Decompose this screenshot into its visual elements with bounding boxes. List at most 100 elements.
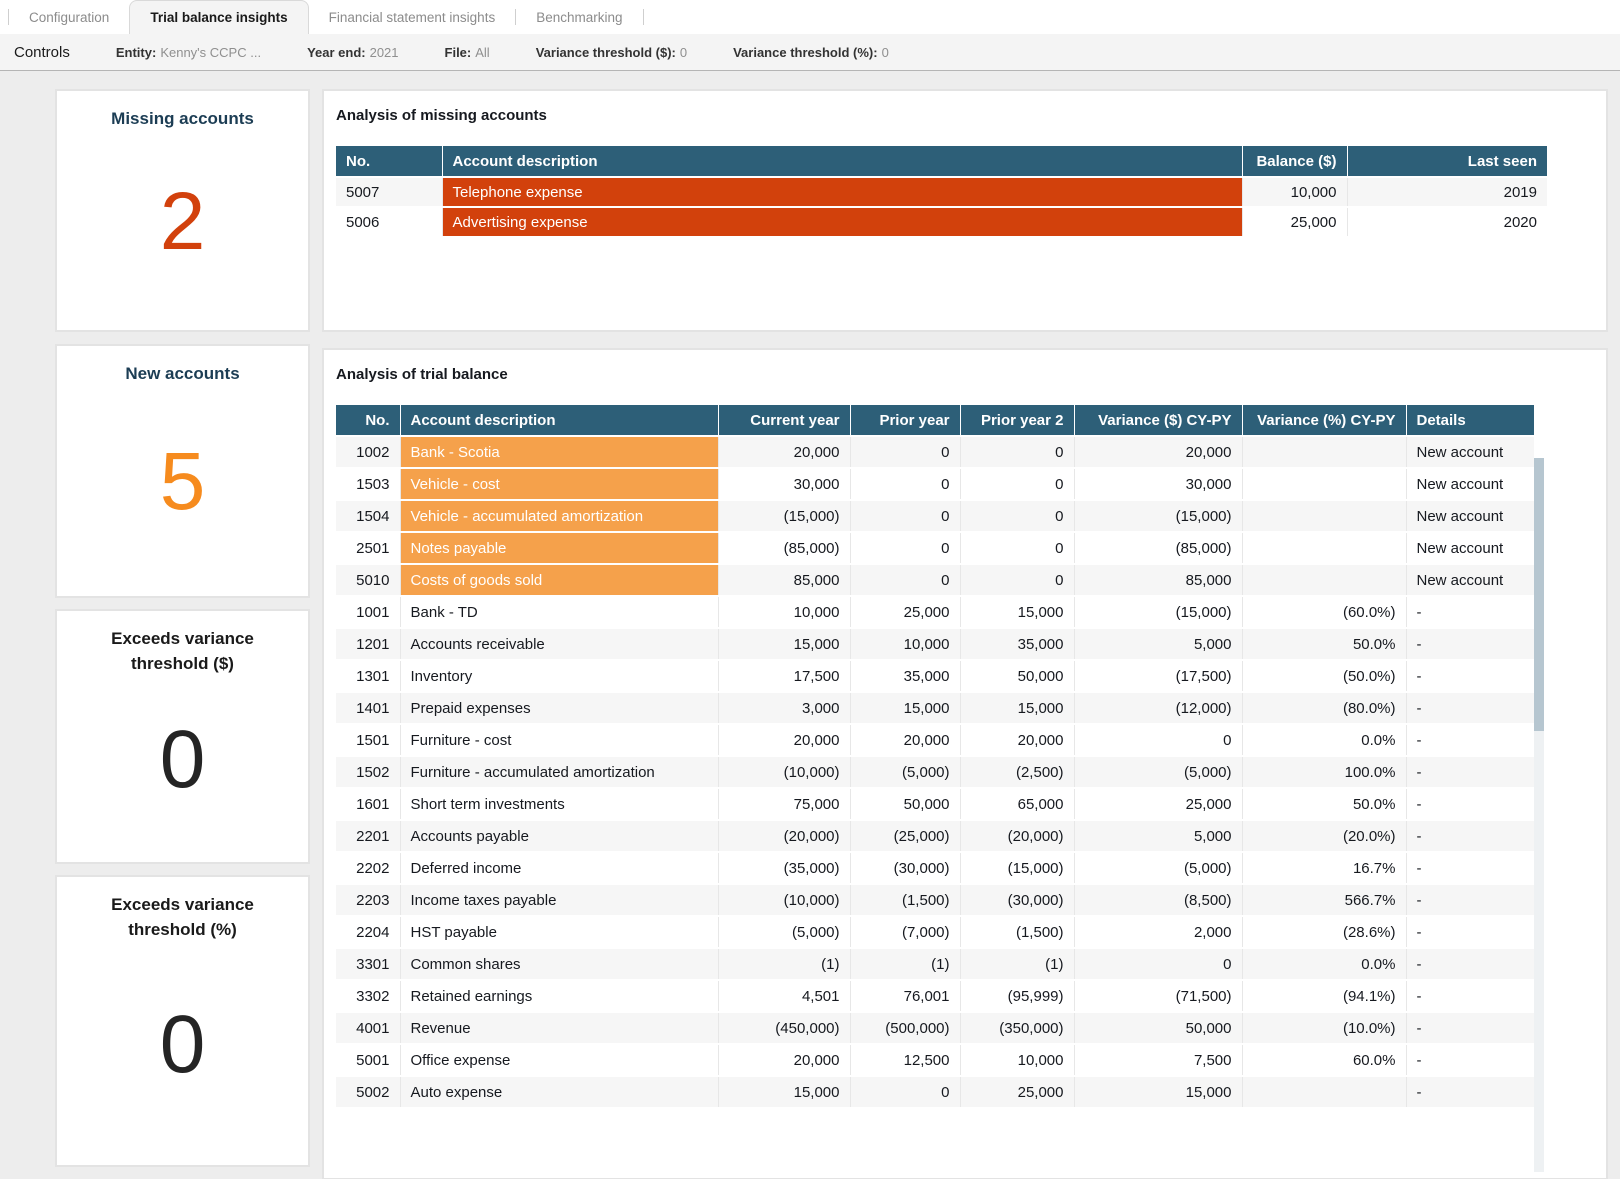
entity-field[interactable]: Entity:Kenny's CCPC ... — [116, 45, 261, 60]
prior-year-2-cell: 10,000 — [960, 1044, 1074, 1076]
prior-year-cell: 20,000 — [850, 724, 960, 756]
trial-balance-scrollbar-thumb[interactable] — [1534, 458, 1544, 731]
main-content: Missing accounts 2 New accounts 5 Exceed… — [0, 71, 1620, 1179]
prior-year-cell: (30,000) — [850, 852, 960, 884]
account-description-cell: Prepaid expenses — [400, 692, 718, 724]
prior-year-2-cell: (2,500) — [960, 756, 1074, 788]
account-description-cell: Accounts receivable — [400, 628, 718, 660]
details-cell: - — [1406, 1076, 1534, 1108]
missing-accounts-card-value-wrap: 2 — [57, 132, 308, 330]
variance-threshold-dollar-field[interactable]: Variance threshold ($):0 — [536, 45, 687, 60]
variance-percent-cell: 0.0% — [1242, 948, 1406, 980]
variance-percent-cell: (10.0%) — [1242, 1012, 1406, 1044]
current-year-cell: (450,000) — [718, 1012, 850, 1044]
exceeds-variance-percent-card: Exceeds variance threshold (%) 0 — [55, 875, 310, 1167]
prior-year-cell: 76,001 — [850, 980, 960, 1012]
table-row: 5002Auto expense15,000025,00015,000- — [336, 1076, 1534, 1108]
prior-year-cell: 0 — [850, 564, 960, 596]
variance-dollar-cell: 2,000 — [1074, 916, 1242, 948]
column-header-variance-dollar: Variance ($) CY-PY — [1074, 405, 1242, 436]
file-field[interactable]: File:All — [445, 45, 490, 60]
exceeds-variance-dollar-value-wrap: 0 — [57, 676, 308, 862]
details-cell: - — [1406, 660, 1534, 692]
current-year-cell: 15,000 — [718, 1076, 850, 1108]
account-number-cell: 2501 — [336, 532, 400, 564]
tab-benchmarking[interactable]: Benchmarking — [516, 0, 642, 34]
account-number-cell: 1601 — [336, 788, 400, 820]
table-row: 1002Bank - Scotia20,0000020,000New accou… — [336, 436, 1534, 468]
variance-percent-cell: 100.0% — [1242, 756, 1406, 788]
variance-percent-cell — [1242, 532, 1406, 564]
tab-divider — [643, 9, 644, 25]
prior-year-2-cell: 0 — [960, 500, 1074, 532]
column-header-last-seen: Last seen — [1347, 146, 1547, 177]
account-description-cell: Bank - Scotia — [400, 436, 718, 468]
prior-year-2-cell: 65,000 — [960, 788, 1074, 820]
analysis-column: Analysis of missing accounts No. Account… — [322, 89, 1608, 1179]
variance-percent-cell: 0.0% — [1242, 724, 1406, 756]
exceeds-variance-dollar-card: Exceeds variance threshold ($) 0 — [55, 609, 310, 864]
current-year-cell: (10,000) — [718, 884, 850, 916]
variance-dollar-cell: 30,000 — [1074, 468, 1242, 500]
account-description-cell: Retained earnings — [400, 980, 718, 1012]
variance-percent-cell: (20.0%) — [1242, 820, 1406, 852]
tab-financial-statement-insights[interactable]: Financial statement insights — [309, 0, 516, 34]
current-year-cell: 4,501 — [718, 980, 850, 1012]
tab-configuration[interactable]: Configuration — [9, 0, 129, 34]
table-row: 1503Vehicle - cost30,0000030,000New acco… — [336, 468, 1534, 500]
prior-year-cell: (500,000) — [850, 1012, 960, 1044]
last-seen-cell: 2020 — [1347, 207, 1547, 237]
variance-threshold-percent-field[interactable]: Variance threshold (%):0 — [733, 45, 889, 60]
details-cell: - — [1406, 756, 1534, 788]
column-header-account-description: Account description — [442, 146, 1242, 177]
tab-trial-balance-insights[interactable]: Trial balance insights — [129, 0, 308, 34]
details-cell: - — [1406, 884, 1534, 916]
account-description-cell: Deferred income — [400, 852, 718, 884]
details-cell: - — [1406, 916, 1534, 948]
missing-accounts-card: Missing accounts 2 — [55, 89, 310, 332]
variance-percent-cell: (80.0%) — [1242, 692, 1406, 724]
current-year-cell: 20,000 — [718, 436, 850, 468]
variance-dollar-cell: 5,000 — [1074, 628, 1242, 660]
balance-cell: 25,000 — [1242, 207, 1347, 237]
prior-year-cell: 15,000 — [850, 692, 960, 724]
trial-balance-scrollbar[interactable] — [1534, 458, 1544, 1172]
details-cell: - — [1406, 820, 1534, 852]
variance-dollar-cell: 15,000 — [1074, 1076, 1242, 1108]
column-header-balance: Balance ($) — [1242, 146, 1347, 177]
variance-percent-cell — [1242, 1076, 1406, 1108]
account-number-cell: 5007 — [336, 177, 442, 207]
account-number-cell: 5002 — [336, 1076, 400, 1108]
trial-balance-panel-title: Analysis of trial balance — [336, 366, 1594, 383]
prior-year-2-cell: (95,999) — [960, 980, 1074, 1012]
new-accounts-card: New accounts 5 — [55, 344, 310, 598]
variance-percent-cell: (60.0%) — [1242, 596, 1406, 628]
variance-percent-cell — [1242, 500, 1406, 532]
variance-percent-cell — [1242, 436, 1406, 468]
variance-threshold-percent-value: 0 — [882, 45, 889, 60]
details-cell: - — [1406, 948, 1534, 980]
prior-year-2-cell: 20,000 — [960, 724, 1074, 756]
details-cell: - — [1406, 692, 1534, 724]
variance-dollar-cell: (5,000) — [1074, 852, 1242, 884]
variance-threshold-dollar-value: 0 — [680, 45, 687, 60]
account-number-cell: 1401 — [336, 692, 400, 724]
current-year-cell: 15,000 — [718, 628, 850, 660]
prior-year-cell: (1) — [850, 948, 960, 980]
account-number-cell: 2203 — [336, 884, 400, 916]
prior-year-2-cell: 15,000 — [960, 596, 1074, 628]
current-year-cell: 85,000 — [718, 564, 850, 596]
prior-year-cell: 0 — [850, 468, 960, 500]
missing-accounts-card-title: Missing accounts — [57, 91, 308, 132]
year-end-field[interactable]: Year end:2021 — [307, 45, 398, 60]
year-end-label: Year end: — [307, 45, 366, 60]
column-header-no: No. — [336, 405, 400, 436]
table-row: 5006Advertising expense25,0002020 — [336, 207, 1547, 237]
details-cell: New account — [1406, 532, 1534, 564]
account-description-cell: Vehicle - cost — [400, 468, 718, 500]
account-description-cell: Inventory — [400, 660, 718, 692]
details-cell: - — [1406, 628, 1534, 660]
variance-dollar-cell: 20,000 — [1074, 436, 1242, 468]
exceeds-variance-percent-value-wrap: 0 — [57, 942, 308, 1165]
account-description-cell: Notes payable — [400, 532, 718, 564]
